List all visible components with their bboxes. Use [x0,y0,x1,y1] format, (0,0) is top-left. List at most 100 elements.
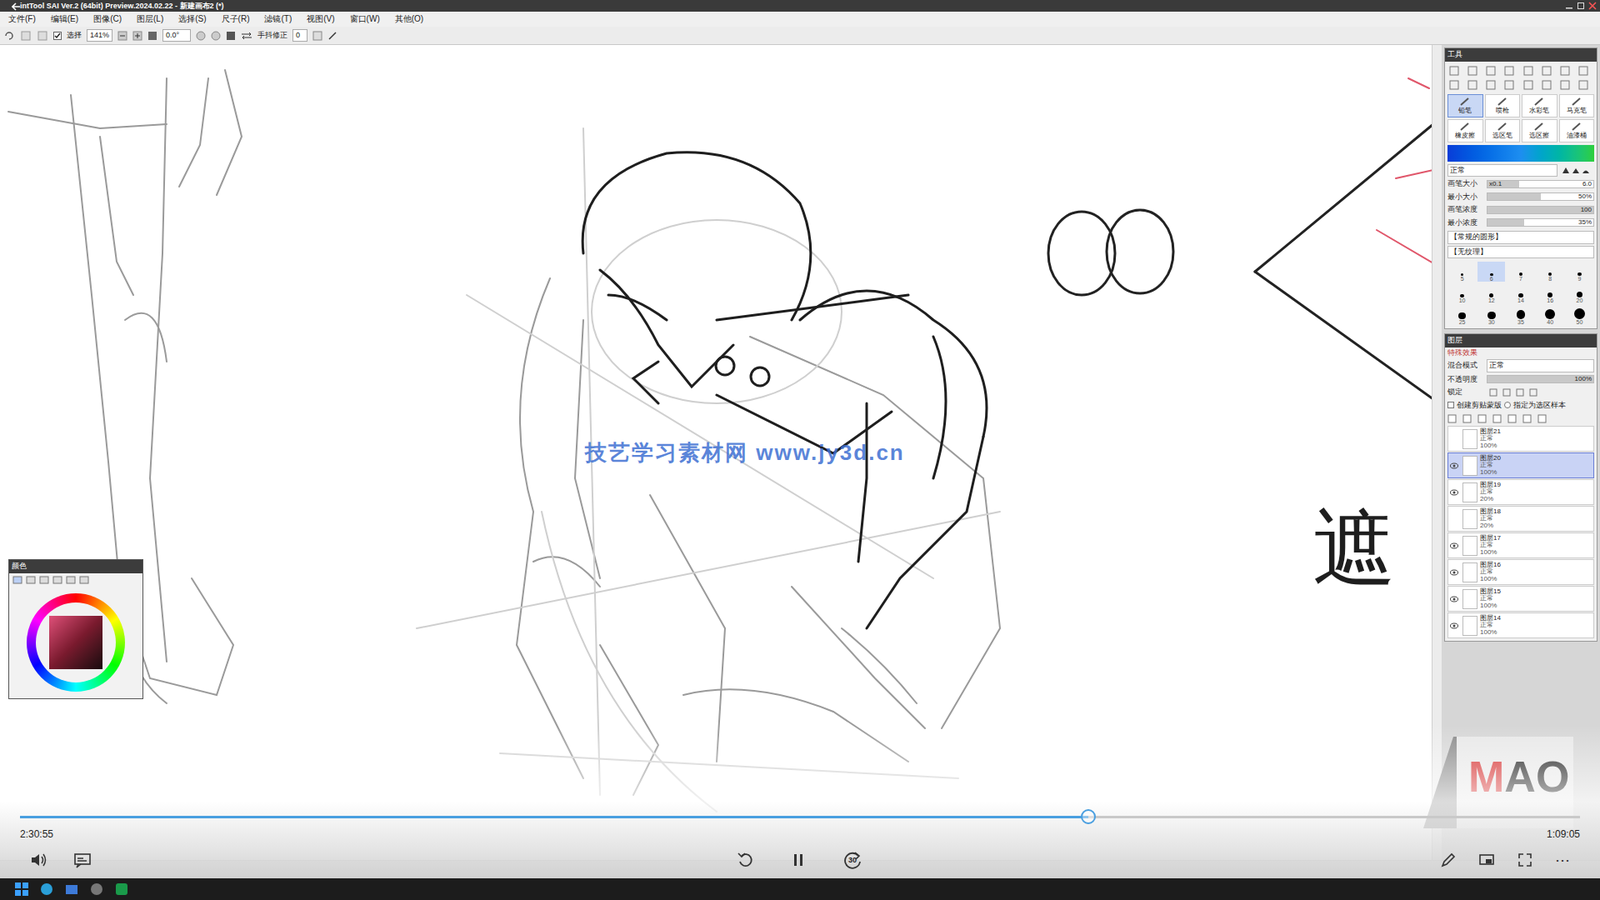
tool-icon[interactable] [1466,65,1483,77]
forward-button[interactable]: 30 [841,849,864,871]
tool-icon[interactable] [1503,79,1520,91]
menu-item[interactable]: 选择(S) [178,15,206,24]
stabilizer-dropdown-icon[interactable] [312,30,323,41]
windows-start-icon[interactable] [15,882,29,896]
edge-shape-icon[interactable] [1560,165,1595,175]
rotate-reset-icon[interactable] [225,30,236,41]
zoom-in-icon[interactable] [132,30,143,41]
lock-icon[interactable] [1529,388,1538,397]
layer-button-icon[interactable] [1477,413,1488,424]
rewind-icon[interactable] [736,850,755,870]
tool-icon[interactable] [1577,79,1594,91]
brush-texture-field[interactable]: 【无纹理】 [1447,245,1595,260]
brush-size[interactable]: 7 [1506,261,1535,282]
tool-icon[interactable] [1485,65,1501,77]
app-icon[interactable] [90,882,104,896]
color-mode-icon[interactable] [65,575,76,585]
rotate-right-icon[interactable] [210,30,221,41]
flip-icon[interactable] [240,30,253,41]
color-mode-icon[interactable] [39,575,50,585]
brush-tool[interactable]: 选区擦 [1521,119,1558,143]
brush-tool[interactable]: 油漆桶 [1559,119,1595,143]
undo-icon[interactable] [3,30,15,42]
menu-item[interactable]: 滤镜(T) [264,15,292,24]
rotate-left-icon[interactable] [195,30,206,41]
brush-blend-field[interactable]: 正常 [1447,164,1558,178]
color-wheel[interactable] [26,593,125,692]
brush-size[interactable]: 10 [1448,283,1476,304]
layer-button-icon[interactable] [1447,413,1458,424]
zoom-field[interactable]: 141% [86,29,113,43]
zoom-reset-icon[interactable] [147,30,158,41]
tool-icon[interactable] [1559,79,1575,91]
layer-button-icon[interactable] [1537,413,1548,424]
menu-item[interactable]: 文件(F) [8,15,36,24]
tool-icon[interactable] [1577,65,1594,77]
brush-size[interactable]: 9 [1565,261,1594,282]
brush-shape-field[interactable]: 【常规的圆形】 [1447,230,1595,245]
tool-icon[interactable] [1522,65,1539,77]
param-slider[interactable]: 100 [1486,205,1595,215]
layer-blend-field[interactable]: 正常 [1486,359,1595,373]
visibility-toggle[interactable] [1448,622,1460,630]
menu-item[interactable]: 视图(V) [306,15,335,24]
visibility-toggle[interactable] [1448,462,1460,470]
close-icon[interactable] [1588,1,1597,10]
menu-item[interactable]: 图像(C) [93,15,122,24]
line-tool-icon[interactable] [327,30,338,41]
effects-toggle[interactable]: 特殊效果 [1445,347,1597,360]
brush-size[interactable]: 20 [1565,283,1594,304]
brush-size[interactable]: 12 [1477,283,1505,304]
brush-tool[interactable]: 橡皮擦 [1447,119,1484,143]
layer-row[interactable]: 图层18正常20% [1447,505,1595,532]
color-mode-icon[interactable] [25,575,36,585]
color-bar[interactable] [1447,145,1595,162]
volume-icon[interactable] [30,851,49,869]
back-arrow-icon[interactable] [11,1,22,12]
annotate-icon[interactable] [1440,851,1457,869]
brush-size[interactable]: 30 [1477,305,1505,325]
brush-tool[interactable]: 水彩笔 [1521,94,1558,118]
brush-size[interactable]: 40 [1536,305,1565,325]
deselect-icon[interactable] [36,30,49,42]
tool-icon[interactable] [1559,65,1575,77]
more-button[interactable]: ⋯ [1555,852,1570,868]
brush-size[interactable]: 14 [1506,283,1535,304]
paint-app-icon[interactable] [115,882,129,896]
brush-size[interactable]: 25 [1448,305,1476,325]
layer-row[interactable]: 图层21正常100% [1447,425,1595,452]
lock-icon[interactable] [1489,388,1498,397]
visibility-toggle[interactable] [1448,542,1460,550]
color-mode-icon[interactable] [79,575,90,585]
tool-icon[interactable] [1485,79,1501,91]
clip-checkbox[interactable] [1447,401,1455,409]
brush-size[interactable]: 35 [1506,305,1535,325]
brush-tool[interactable]: 铅笔 [1447,94,1484,118]
layer-button-icon[interactable] [1492,413,1503,424]
param-slider[interactable]: 35% [1486,218,1595,227]
menu-item[interactable]: 图层(L) [136,15,164,24]
menu-item[interactable]: 编辑(E) [50,15,79,24]
explorer-icon[interactable] [65,882,79,896]
visibility-toggle[interactable] [1448,595,1460,603]
brush-size[interactable]: 6 [1477,261,1505,282]
sample-checkbox[interactable] [1504,401,1511,409]
brush-tool[interactable]: 马克笔 [1559,94,1595,118]
stabilizer-field[interactable]: 0 [292,29,308,43]
pip-icon[interactable] [1478,851,1495,869]
layer-row[interactable]: 图层20正常100% [1447,452,1595,479]
tool-icon[interactable] [1540,65,1557,77]
brush-size[interactable]: 8 [1536,261,1565,282]
minimize-icon[interactable] [1565,1,1574,10]
layer-row[interactable]: 图层17正常100% [1447,532,1595,559]
tool-icon[interactable] [1466,79,1483,91]
layer-row[interactable]: 图层19正常20% [1447,479,1595,505]
param-slider[interactable]: 50% [1486,192,1595,201]
menu-item[interactable]: 窗口(W) [350,15,380,24]
brush-tool[interactable]: 喷枪 [1485,94,1521,118]
play-pause-button[interactable] [791,852,805,868]
param-slider[interactable]: x0.16.0 [1486,180,1595,189]
angle-field[interactable]: 0.0° [162,29,191,43]
layer-opacity-slider[interactable]: 100% [1486,375,1595,384]
layer-button-icon[interactable] [1462,413,1473,424]
